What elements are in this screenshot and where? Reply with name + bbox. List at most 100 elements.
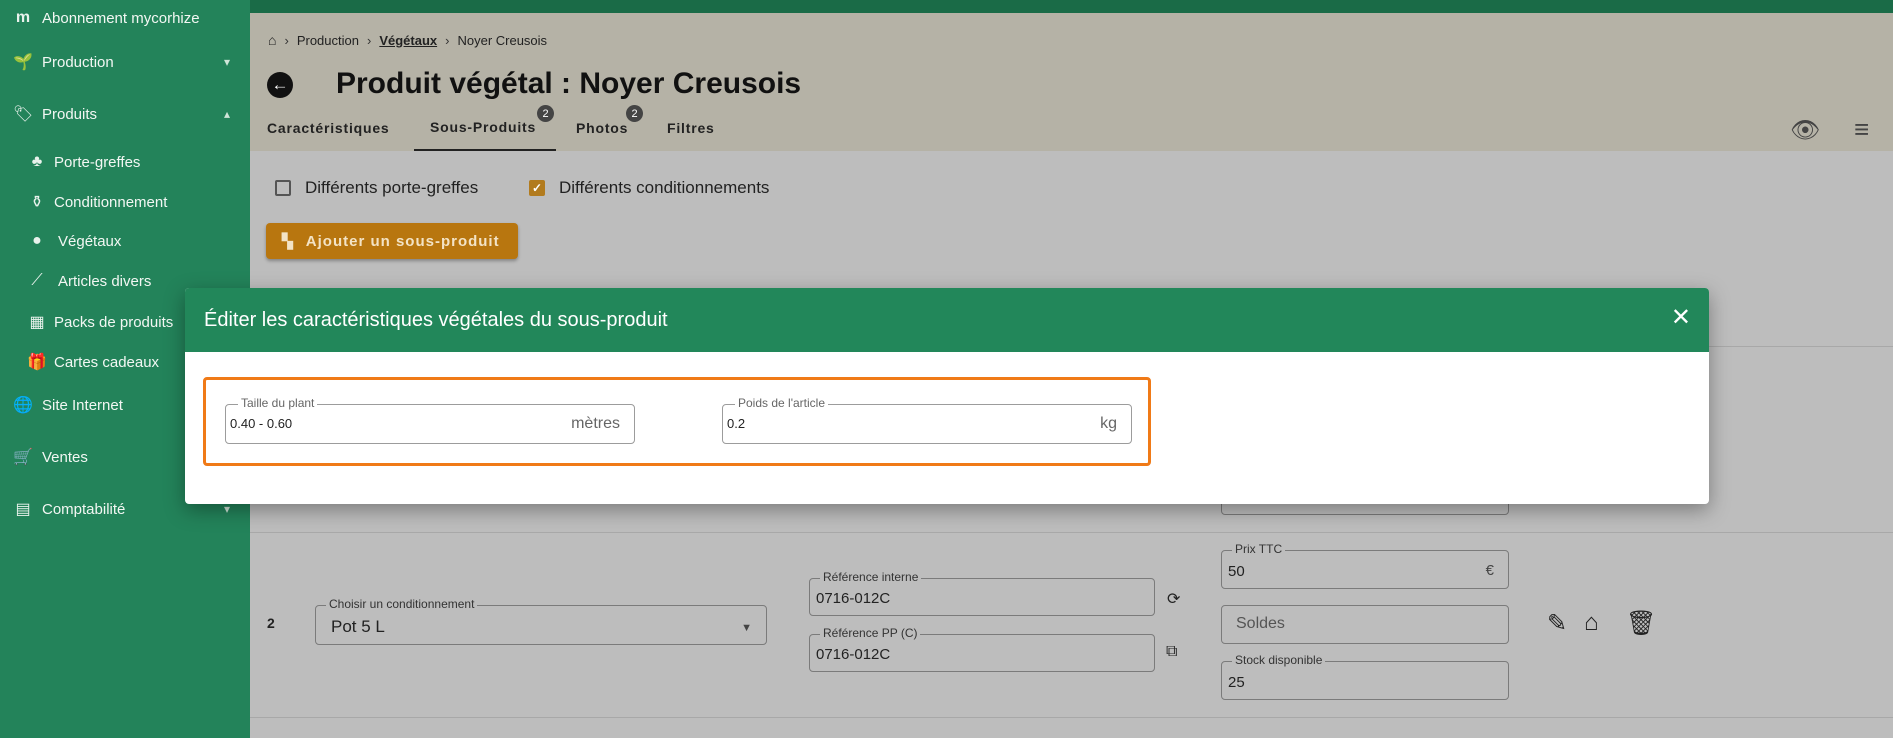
chevron-up-icon: ▴ xyxy=(223,107,230,121)
leaf-icon: ● xyxy=(32,232,42,249)
tab-filtres[interactable]: Filtres xyxy=(667,104,715,151)
gift-icon: 🎁 xyxy=(27,354,47,371)
checkbox-conditionnements[interactable]: ✓ Différents conditionnements xyxy=(529,178,769,198)
field-label: Stock disponible xyxy=(1232,653,1326,667)
breadcrumb: ⌂ › Production › Végétaux › Noyer Creuso… xyxy=(268,32,547,48)
chevron-down-icon: ▾ xyxy=(223,502,230,516)
sidebar-item-label: Porte-greffes xyxy=(54,153,141,171)
chevron-right-icon: › xyxy=(445,32,450,48)
chevron-right-icon: › xyxy=(366,32,372,48)
tab-label: Caractéristiques xyxy=(267,119,390,136)
globe-icon: 🌐 xyxy=(13,397,33,414)
add-button-label: Ajouter un sous-produit xyxy=(305,232,500,250)
modal-title: Éditer les caractéristiques végétales du… xyxy=(204,308,668,331)
edit-icon[interactable]: ✎ xyxy=(1547,609,1567,638)
checkbox-box[interactable] xyxy=(275,180,291,196)
field-suffix: kg xyxy=(1100,415,1117,432)
copy-icon[interactable]: ⧉ xyxy=(1166,643,1177,661)
trash-icon[interactable]: 🗑 xyxy=(1626,609,1656,638)
tab-label: Sous-Produits xyxy=(430,118,537,135)
checkbox-porte-greffes[interactable]: Différents porte-greffes xyxy=(275,178,478,198)
field-label: Référence interne xyxy=(820,570,922,584)
field-value: 0716-012C xyxy=(816,590,891,607)
tab-photos[interactable]: Photos 2 xyxy=(576,104,643,151)
field-value: 25 xyxy=(1228,674,1245,691)
checkbox-label: Différents porte-greffes xyxy=(305,178,479,197)
field-suffix: mètres xyxy=(571,415,620,432)
poids-article-field[interactable]: Poids de l'article 0.2 kg xyxy=(722,396,1132,444)
checkbox-box[interactable]: ✓ xyxy=(529,180,545,196)
field-value: 50 xyxy=(1228,563,1245,580)
field-value: 0.2 xyxy=(727,416,746,431)
sidebar-item-label: Articles divers xyxy=(58,272,152,290)
sidebar-item-label: Conditionnement xyxy=(54,193,168,211)
menu-icon[interactable]: ≡ xyxy=(1854,114,1869,145)
reference-interne-field[interactable]: Référence interne 0716-012C xyxy=(809,570,1155,616)
refresh-icon[interactable]: ⟳ xyxy=(1167,589,1180,609)
breadcrumb-current: Noyer Creusois xyxy=(457,32,548,48)
row-number: 2 xyxy=(267,615,275,631)
tags-icon: 🏷 xyxy=(12,106,34,123)
field-label: Poids de l'article xyxy=(735,396,828,410)
sprout-icon: 🌱 xyxy=(13,54,33,71)
conditionnement-select[interactable]: Choisir un conditionnement Pot 5 L ▼ xyxy=(315,597,767,645)
tab-badge: 2 xyxy=(626,105,643,122)
sidebar-item-vegetaux[interactable]: ● Végétaux xyxy=(0,223,250,259)
dropdown-arrow-icon: ▼ xyxy=(741,622,752,634)
field-label: Taille du plant xyxy=(238,396,318,410)
field-label: Prix TTC xyxy=(1232,542,1286,556)
warehouse-icon[interactable]: ⌂ xyxy=(1584,609,1599,637)
sidebar-item-label: Packs de produits xyxy=(54,313,174,331)
tree-icon: ♣ xyxy=(31,153,43,170)
divider xyxy=(250,532,1893,533)
tab-caracteristiques[interactable]: Caractéristiques xyxy=(267,104,390,151)
field-label: Choisir un conditionnement xyxy=(326,597,478,611)
taille-plant-field[interactable]: Taille du plant 0.40 - 0.60 mètres xyxy=(225,396,635,444)
field-value: 0.40 - 0.60 xyxy=(230,416,293,431)
stock-field[interactable]: Stock disponible 25 xyxy=(1221,653,1509,700)
cart-icon: 🛒 xyxy=(13,449,33,466)
add-grid-icon: ▚ xyxy=(282,232,294,249)
prix-ttc-field[interactable]: Prix TTC 50 € xyxy=(1221,542,1509,589)
sidebar-item-label: Site Internet xyxy=(42,396,123,414)
back-arrow-icon[interactable]: ← xyxy=(267,72,293,98)
sidebar-item-label: Cartes cadeaux xyxy=(54,353,160,371)
pot-icon: ⚱ xyxy=(30,194,44,211)
sidebar-item-label: Produits xyxy=(42,105,98,123)
close-icon[interactable]: ✕ xyxy=(1671,306,1691,330)
field-label: Référence PP (C) xyxy=(820,626,921,640)
divider xyxy=(250,717,1893,718)
sidebar-item-label: Comptabilité xyxy=(42,500,126,518)
checkbox-label: Différents conditionnements xyxy=(559,178,770,197)
sidebar-item-label: Ventes xyxy=(42,448,88,466)
tab-label: Filtres xyxy=(667,119,715,136)
sidebar-brand-label: Abonnement mycorhize xyxy=(42,9,200,27)
sidebar-item-produits[interactable]: 🏷 Produits ▴ xyxy=(0,96,250,132)
page-title: Produit végétal : Noyer Creusois xyxy=(336,67,802,100)
field-value: Pot 5 L xyxy=(331,617,385,636)
home-icon[interactable]: ⌂ xyxy=(268,32,276,48)
grid-icon: ▦ xyxy=(29,314,45,331)
edit-modal: Éditer les caractéristiques végétales du… xyxy=(185,288,1709,504)
sidebar-item-label: Végétaux xyxy=(58,232,122,250)
sidebar-item-conditionnement[interactable]: ⚱ Conditionnement xyxy=(0,184,250,220)
chevron-down-icon: ▾ xyxy=(223,55,230,69)
breadcrumb-vegetaux[interactable]: Végétaux xyxy=(379,33,437,48)
add-sous-produit-button[interactable]: ▚ Ajouter un sous-produit xyxy=(266,223,518,259)
field-value: 0716-012C xyxy=(816,646,891,663)
reference-pp-field[interactable]: Référence PP (C) 0716-012C xyxy=(809,626,1155,672)
chevron-right-icon: › xyxy=(284,32,289,48)
eye-icon[interactable]: 👁 xyxy=(1790,116,1820,145)
modal-header: Éditer les caractéristiques végétales du… xyxy=(185,288,1709,352)
tab-sous-produits[interactable]: Sous-Produits 2 xyxy=(414,104,556,151)
field-placeholder: Soldes xyxy=(1236,615,1285,632)
breadcrumb-production[interactable]: Production xyxy=(297,33,359,48)
soldes-field[interactable]: Soldes xyxy=(1221,605,1509,644)
sidebar-brand[interactable]: m Abonnement mycorhize xyxy=(0,0,250,36)
sidebar-item-porte-greffes[interactable]: ♣ Porte-greffes xyxy=(0,144,250,180)
tab-label: Photos xyxy=(576,119,629,136)
calculator-icon: ▤ xyxy=(15,501,31,518)
broom-icon: ⟋ xyxy=(31,272,43,289)
sidebar-item-label: Production xyxy=(42,53,114,71)
sidebar-item-production[interactable]: 🌱 Production ▾ xyxy=(0,44,250,80)
